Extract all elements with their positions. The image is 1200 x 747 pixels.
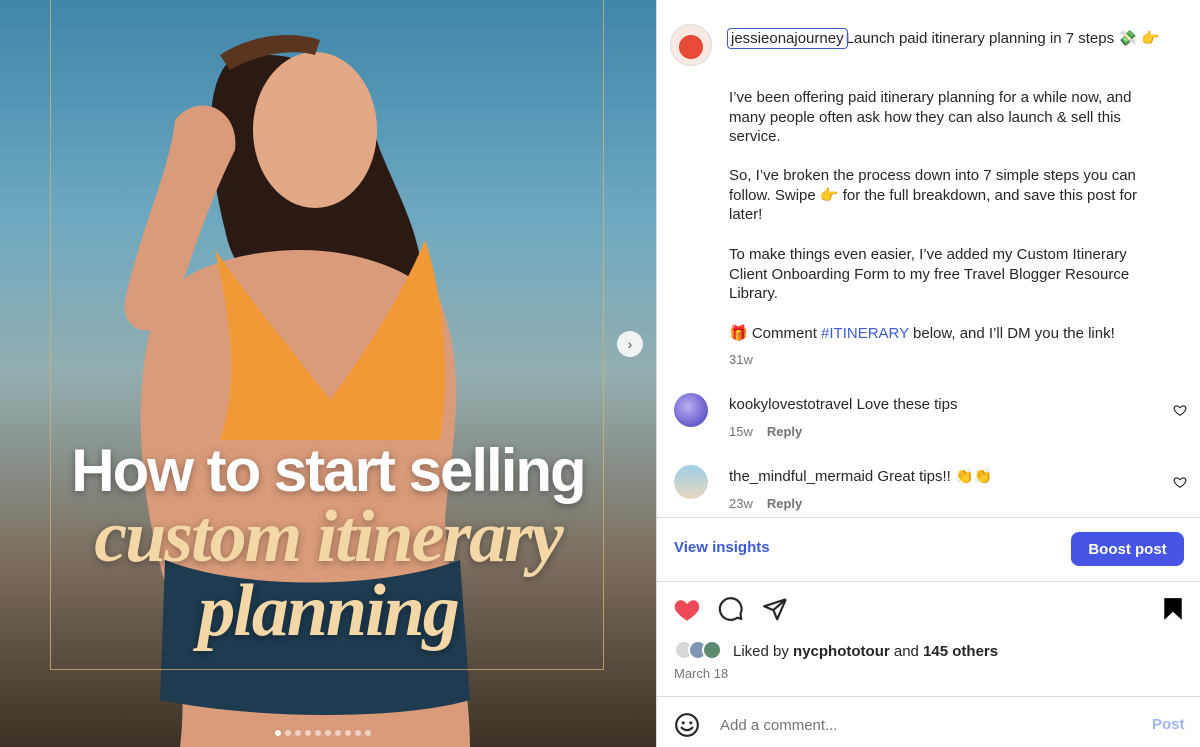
caption-title-line: jessieonajourney Launch paid itinerary pl… bbox=[727, 28, 1169, 49]
comment-avatar[interactable] bbox=[674, 393, 708, 427]
carousel-dot bbox=[295, 730, 301, 736]
post-comment-button[interactable]: Post bbox=[1152, 716, 1185, 733]
hashtag-link[interactable]: #ITINERARY bbox=[821, 325, 909, 342]
caption-title: Launch paid itinerary planning in 7 step… bbox=[845, 30, 1160, 47]
divider bbox=[656, 581, 1200, 582]
headline-line3: planning bbox=[198, 570, 460, 652]
carousel-dots bbox=[275, 730, 371, 736]
carousel-dot bbox=[355, 730, 361, 736]
liked-by-prefix: Liked by bbox=[733, 643, 794, 660]
comment-time: 15w bbox=[729, 424, 753, 439]
carousel-dot bbox=[275, 730, 281, 736]
reply-button[interactable]: Reply bbox=[767, 424, 802, 439]
comment-icon[interactable] bbox=[718, 596, 744, 622]
liker-avatars bbox=[674, 640, 722, 660]
next-slide-button[interactable]: › bbox=[617, 331, 643, 357]
carousel-dot bbox=[325, 730, 331, 736]
caption-time: 31w bbox=[729, 352, 753, 367]
comment-text: Love these tips bbox=[856, 396, 958, 413]
divider bbox=[656, 517, 1200, 518]
headline-line1: How to start selling bbox=[71, 437, 586, 504]
carousel-dot bbox=[345, 730, 351, 736]
liked-by-user[interactable]: nycphototour bbox=[793, 643, 890, 660]
carousel-dot bbox=[365, 730, 371, 736]
like-comment-heart-icon[interactable] bbox=[1173, 403, 1187, 417]
share-icon[interactable] bbox=[762, 597, 788, 621]
comment-text: Great tips!! 👏👏 bbox=[877, 468, 993, 485]
carousel-dot bbox=[335, 730, 341, 736]
comment-meta: 23w Reply bbox=[729, 494, 802, 514]
bookmark-icon[interactable] bbox=[1162, 597, 1184, 621]
comment-row: the_mindful_mermaid Great tips!! 👏👏 bbox=[729, 467, 992, 487]
caption-para4: 🎁 Comment #ITINERARY below, and I’ll DM … bbox=[729, 324, 1169, 344]
liked-by-and: and bbox=[889, 643, 924, 660]
post-media[interactable]: How to start selling custom itinerary pl… bbox=[0, 0, 656, 747]
headline-line2: custom itinerary bbox=[94, 496, 564, 578]
liked-by-text: Liked by nycphototour and 145 others bbox=[733, 642, 998, 662]
comment-input[interactable] bbox=[718, 716, 1122, 735]
caption-para3: To make things even easier, I’ve added m… bbox=[729, 246, 1130, 302]
comment-time: 23w bbox=[729, 496, 753, 511]
carousel-dot bbox=[315, 730, 321, 736]
reply-button[interactable]: Reply bbox=[767, 496, 802, 511]
caption-para1: I’ve been offering paid itinerary planni… bbox=[729, 89, 1132, 145]
author-avatar[interactable] bbox=[670, 24, 712, 66]
view-insights-link[interactable]: View insights bbox=[674, 539, 770, 556]
boost-post-button[interactable]: Boost post bbox=[1071, 532, 1184, 566]
comment-avatar[interactable] bbox=[674, 465, 708, 499]
emoji-icon[interactable] bbox=[674, 712, 700, 738]
liked-by-others[interactable]: 145 others bbox=[923, 643, 998, 660]
author-username[interactable]: jessieonajourney bbox=[727, 28, 848, 49]
comment-row: kookylovestotravel Love these tips bbox=[729, 395, 957, 415]
liker-avatar bbox=[702, 640, 722, 660]
caption-para2: So, I’ve broken the process down into 7 … bbox=[729, 167, 1138, 223]
like-heart-icon[interactable] bbox=[673, 596, 701, 622]
comment-username[interactable]: the_mindful_mermaid bbox=[729, 468, 873, 485]
chevron-right-icon: › bbox=[627, 336, 633, 352]
comment-username[interactable]: kookylovestotravel bbox=[729, 396, 852, 413]
carousel-dot bbox=[285, 730, 291, 736]
caption-para4-prefix: 🎁 Comment bbox=[729, 325, 822, 342]
caption-para4-suffix: below, and I’ll DM you the link! bbox=[908, 325, 1115, 342]
comment-meta: 15w Reply bbox=[729, 422, 802, 442]
divider bbox=[656, 696, 1200, 697]
post-date: March 18 bbox=[674, 666, 729, 681]
carousel-dot bbox=[305, 730, 311, 736]
like-comment-heart-icon[interactable] bbox=[1173, 475, 1187, 489]
